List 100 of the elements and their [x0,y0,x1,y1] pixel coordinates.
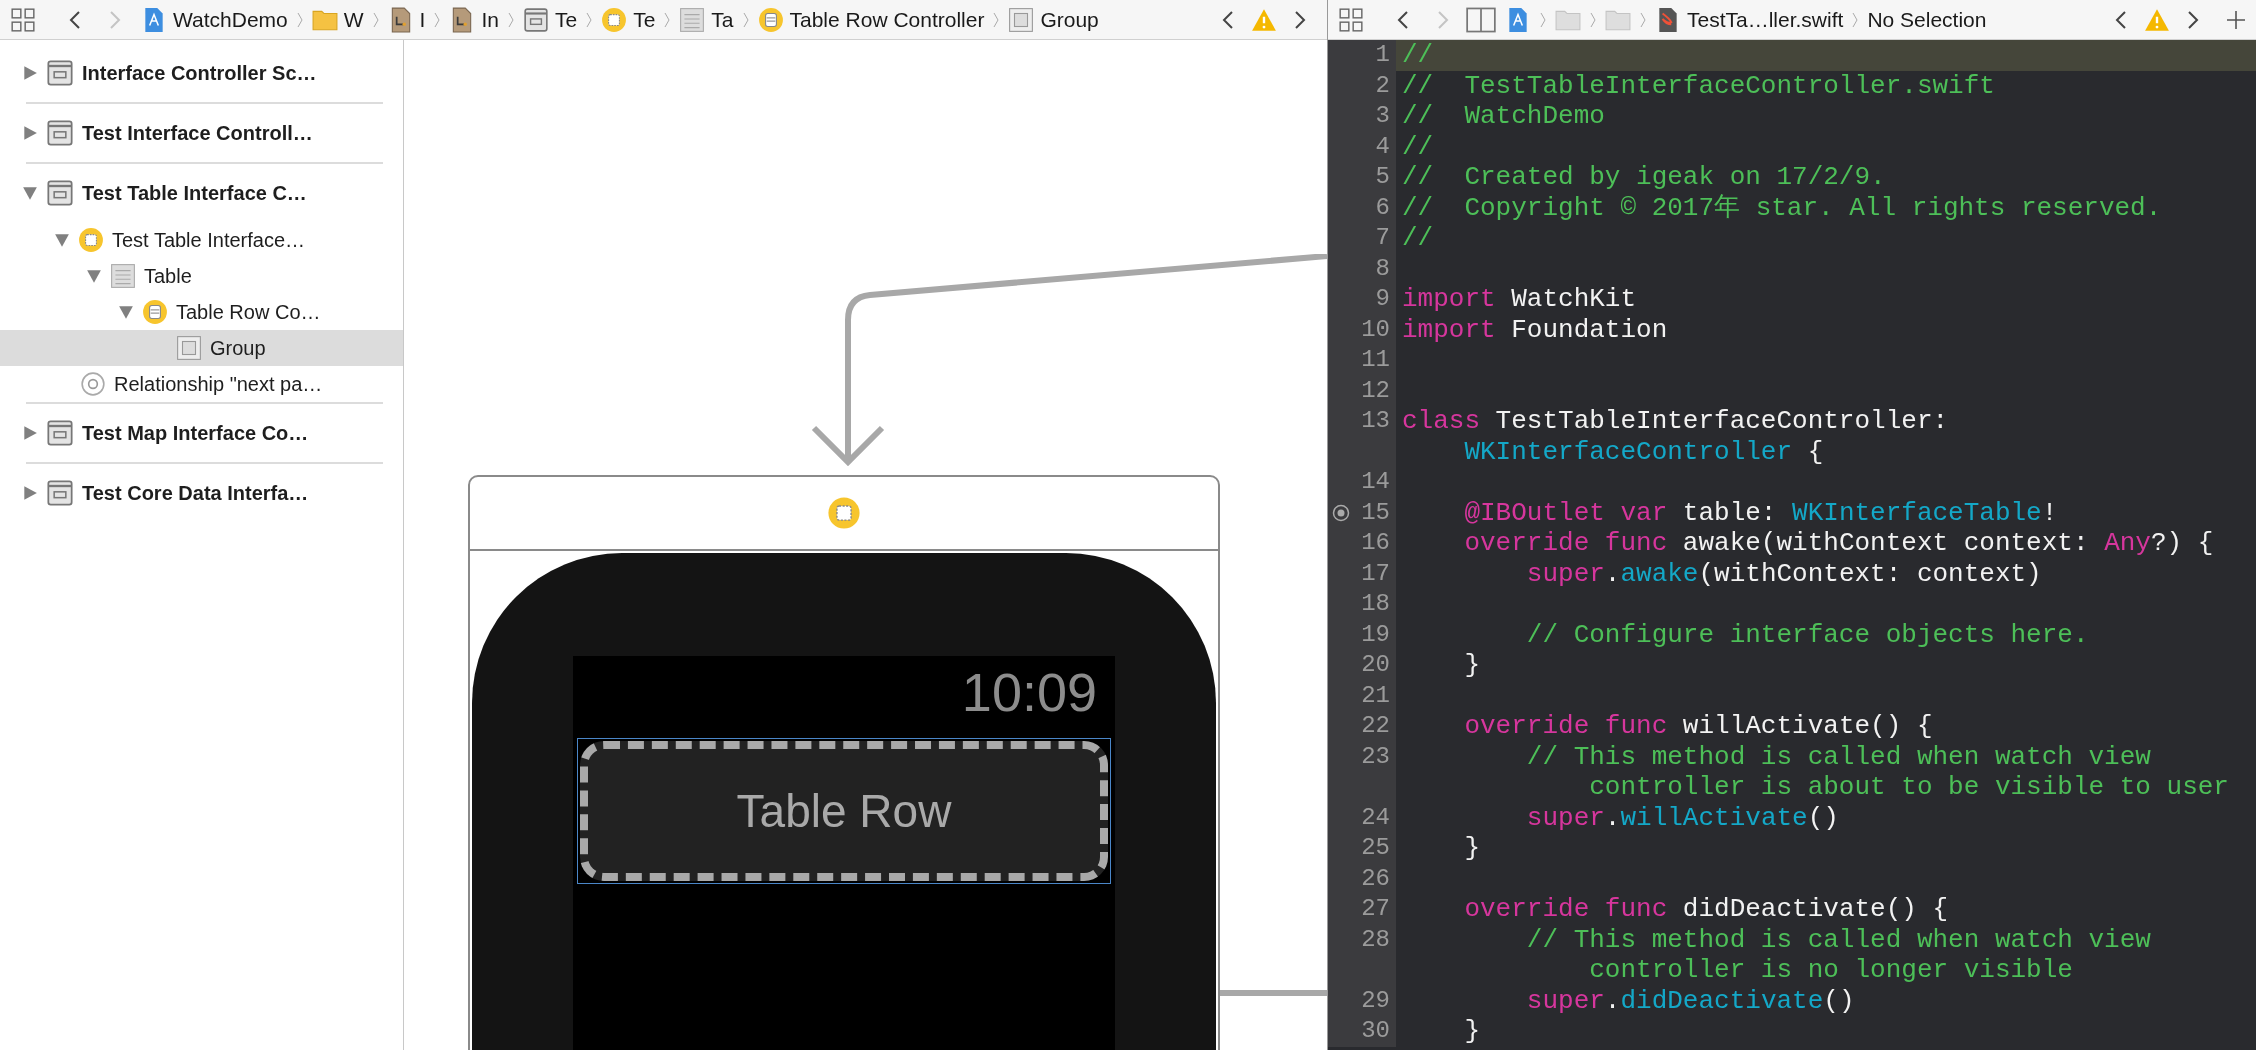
disclosure-triangle-icon[interactable] [22,125,38,141]
previous-issue-icon[interactable] [2115,9,2127,30]
outline-item[interactable]: Test Table Interface… [0,222,403,258]
outline-item[interactable]: Table Row Co… [0,294,403,330]
previous-issue-icon[interactable] [1222,9,1234,30]
outline-item[interactable]: Test Table Interface C… [0,164,403,222]
outline-item[interactable]: Table [0,258,403,294]
path-crumb[interactable]: Group [1005,3,1102,36]
code-line: // [1402,40,1434,70]
outline-label: Test Core Data Interfa… [82,481,309,506]
controller-icon [827,496,861,530]
code-line: } [1463,1016,1480,1046]
table-row[interactable]: Table Row [577,738,1111,884]
next-issue-icon[interactable] [2187,9,2199,30]
code-line: controller is about to be visible to user [1588,772,2229,802]
back-icon[interactable] [1397,9,1409,30]
path-crumb[interactable]: WatchDemo [138,3,291,36]
scene-icon [46,59,74,87]
path-crumb[interactable]: TestTa…ller.swift [1652,3,1847,36]
path-crumb[interactable]: No Selection [1864,3,1990,36]
line-number: 7 [1375,223,1390,253]
path-crumb[interactable]: Table Row Controller [754,3,988,36]
outline-item[interactable]: Test Core Data Interfa… [0,464,403,522]
path-separator-icon [742,11,749,28]
add-icon[interactable] [2226,9,2246,30]
line-number: 14 [1361,467,1390,497]
path-separator-icon [1640,11,1646,28]
table-icon [110,263,136,289]
scene-icon [522,6,549,33]
disclosure-triangle-icon[interactable] [86,268,102,284]
next-issue-icon[interactable] [1294,9,1306,30]
path-separator-icon [586,11,593,28]
disclosure-triangle-icon[interactable] [54,232,70,248]
line-number: 28 [1361,924,1390,955]
line-number: 5 [1375,162,1390,192]
disclosure-triangle-icon[interactable] [118,304,134,320]
code-line: // TestTableInterfaceController.swift [1402,70,1995,101]
code-line: import Foundation [1402,314,1668,345]
line-number: 16 [1361,528,1390,558]
line-number: 22 [1361,711,1390,741]
line-number: 27 [1361,894,1390,924]
related-items-icon[interactable] [1338,6,1364,33]
table-icon [679,6,706,33]
line-number: 2 [1375,70,1390,101]
disclosure-triangle-icon[interactable] [22,185,38,201]
path-separator-icon [664,11,671,28]
outline-label: Relationship "next pa… [114,372,323,397]
code-line: // Copyright © 2017年 star. All rights reserved. [1402,192,2162,223]
table-row-icon [142,299,168,325]
code-line: // Configure interface objects here. [1525,619,2089,650]
outline-item[interactable]: Interface Controller Sc… [0,44,403,102]
disclosure-triangle-icon[interactable] [22,425,38,441]
line-number: 6 [1375,192,1390,223]
outline-item[interactable]: Relationship "next pa… [0,366,403,402]
controller-icon [601,6,628,33]
disclosure-triangle-icon[interactable] [22,65,38,81]
disclosure-triangle-icon[interactable] [22,485,38,501]
line-number: 3 [1375,101,1390,131]
code-line: // This method is called when watch view [1525,924,2151,955]
outline-item[interactable]: Test Interface Controll… [0,104,403,162]
group-icon [1008,6,1035,33]
scene-icon [46,119,74,147]
outline-item[interactable]: Test Map Interface Co… [0,404,403,462]
path-crumb[interactable]: Te [598,3,659,36]
code-line: class TestTableInterfaceController: [1402,406,1949,436]
code-line: super.willActivate() [1525,802,1839,833]
path-crumb[interactable]: Ta [676,3,737,36]
path-crumb[interactable]: Te [519,3,581,36]
line-number: 15 [1361,497,1390,528]
path-crumb[interactable]: In [446,3,502,36]
code-line: // This method is called when watch view [1525,741,2151,772]
back-icon[interactable] [69,9,81,30]
watch-time: 10:09 [961,662,1098,722]
code-line: // Created by igeak on 17/2/9. [1402,162,1886,192]
line-number: 26 [1361,863,1390,894]
code-line: override func willActivate() { [1463,711,1933,741]
outline-label: Test Table Interface C… [82,181,307,206]
interface-scene[interactable]: 10:09 Table Row [468,475,1220,1050]
outline-item[interactable]: Group [0,330,403,366]
related-items-icon[interactable] [10,6,36,33]
line-number: 30 [1361,1016,1390,1046]
outline-label: Table Row Co… [176,300,321,325]
code-line: // WatchDemo [1402,101,1605,131]
line-number: 8 [1375,253,1390,284]
line-number: 17 [1361,558,1390,589]
line-number: 13 [1361,406,1390,436]
outlet-connection-icon[interactable] [1332,503,1350,522]
scene-icon [46,479,74,507]
code-editor[interactable] [1328,40,2256,1050]
code-line: override func didDeactivate() { [1463,894,1949,924]
path-separator-icon [1540,11,1546,28]
line-number: 25 [1361,833,1390,863]
scene-icon [46,419,74,447]
path-crumb[interactable]: I [384,3,429,36]
path-crumb[interactable]: W [308,3,367,36]
split-editor-icon[interactable] [1466,6,1496,33]
path-separator-icon [296,11,303,28]
path-separator-icon [372,11,379,28]
group-icon [176,335,202,361]
line-number: 21 [1361,680,1390,711]
